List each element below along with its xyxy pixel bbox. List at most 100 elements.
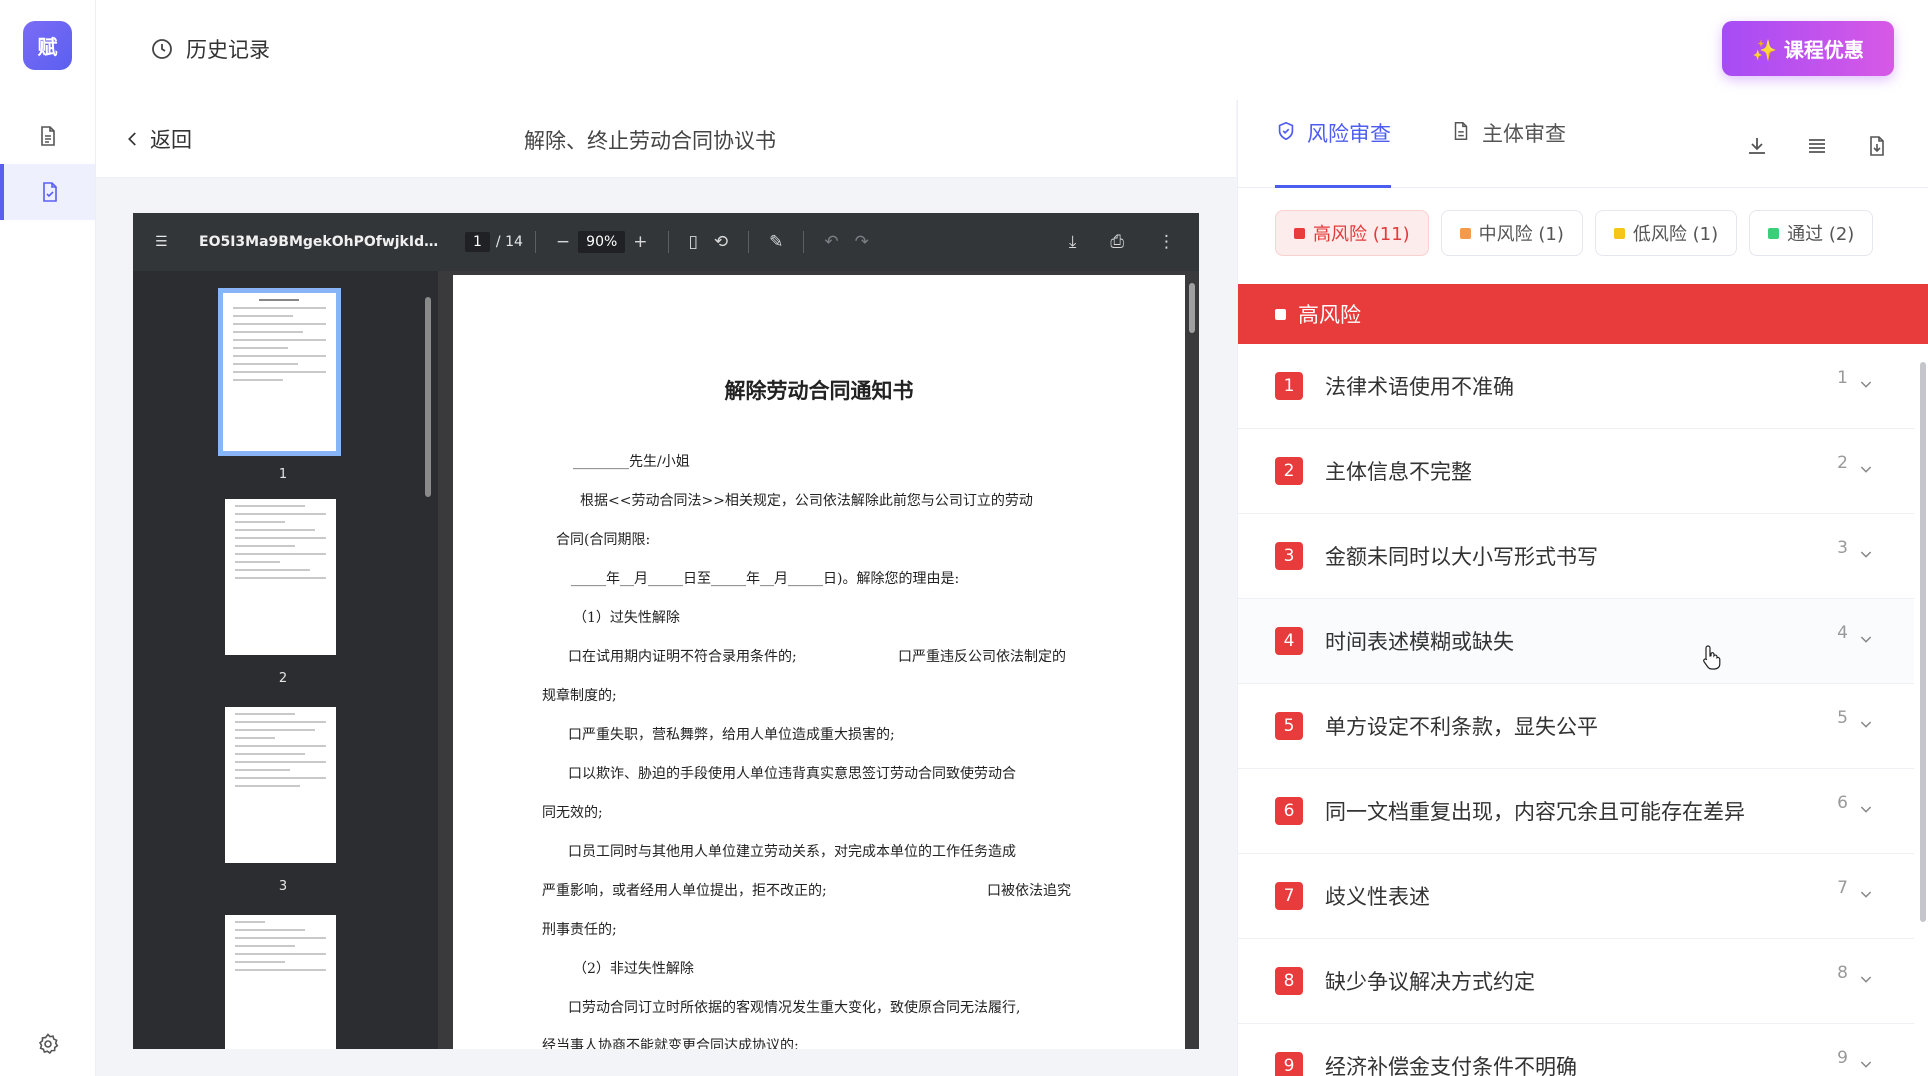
page-thumbnail[interactable] xyxy=(218,288,341,456)
page-thumbnail[interactable] xyxy=(225,915,336,1049)
thumbnail-scrollbar[interactable] xyxy=(425,279,431,1049)
thumbnail-sidebar: 1 2 3 xyxy=(133,271,438,1049)
risk-number-badge: 4 xyxy=(1275,627,1303,655)
app-logo[interactable]: 赋 xyxy=(23,21,72,70)
history-button[interactable]: 历史记录 xyxy=(150,34,270,64)
risk-item[interactable]: 3 金额未同时以大小写形式书写 3 xyxy=(1238,514,1914,599)
risk-item[interactable]: 8 缺少争议解决方式约定 8 xyxy=(1238,939,1914,1024)
risk-item[interactable]: 5 单方设定不利条款，显失公平 5 xyxy=(1238,684,1914,769)
zoom-out-icon[interactable]: − xyxy=(556,232,570,252)
risk-number-badge: 9 xyxy=(1275,1052,1303,1076)
risk-item[interactable]: 1 法律术语使用不准确 1 xyxy=(1238,344,1914,429)
risk-item[interactable]: 6 同一文档重复出现，内容冗余且可能存在差异 6 xyxy=(1238,769,1914,854)
risk-count: 6 xyxy=(1837,793,1848,813)
pdf-page: 解除劳动合同通知书 ________先生/小姐 根据<<劳动合同法>>相关规定，… xyxy=(453,275,1185,1049)
risk-filters: 高风险 (11) 中风险 (1) 低风险 (1) 通过 (2) xyxy=(1275,210,1874,256)
risk-title: 主体信息不完整 xyxy=(1325,460,1472,484)
page-line: ________先生/小姐 xyxy=(573,454,690,470)
risk-count: 4 xyxy=(1837,623,1848,643)
annotate-icon[interactable]: ✎ xyxy=(769,232,783,252)
page-thumbnail[interactable] xyxy=(225,707,336,863)
risk-count: 5 xyxy=(1837,708,1848,728)
passed-dot-icon xyxy=(1768,227,1780,239)
chevron-down-icon[interactable] xyxy=(1858,546,1874,562)
document-title: 解除、终止劳动合同协议书 xyxy=(524,129,776,153)
list-icon[interactable] xyxy=(1805,134,1829,158)
page-line: 根据<<劳动合同法>>相关规定，公司依法解除此前您与公司订立的劳动 xyxy=(580,493,1033,509)
risk-title: 缺少争议解决方式约定 xyxy=(1325,970,1535,994)
page-heading: 解除劳动合同通知书 xyxy=(724,378,914,403)
tab-risk-review[interactable]: 风险审查 xyxy=(1275,118,1391,188)
section-title: 高风险 xyxy=(1298,303,1361,327)
page-line: 口在试用期内证明不符合录用条件的; xyxy=(568,649,797,665)
chevron-down-icon[interactable] xyxy=(1858,376,1874,392)
risk-count: 8 xyxy=(1837,963,1848,983)
settings-button[interactable] xyxy=(0,1016,95,1072)
download-icon[interactable]: ⤓ xyxy=(1069,232,1077,252)
toolbar-divider xyxy=(667,231,669,253)
top-bar: 历史记录 ✨ 课程优惠 xyxy=(96,0,1928,100)
high-risk-section-header: 高风险 xyxy=(1238,284,1928,344)
filter-passed[interactable]: 通过 (2) xyxy=(1749,210,1874,256)
document-icon xyxy=(40,126,55,146)
toolbar-divider xyxy=(534,231,536,253)
filter-high-risk[interactable]: 高风险 (11) xyxy=(1275,210,1429,256)
review-nav-button[interactable] xyxy=(0,164,95,220)
chevron-down-icon[interactable] xyxy=(1858,1056,1874,1072)
risk-number-badge: 7 xyxy=(1275,882,1303,910)
tab-subject-review[interactable]: 主体审查 xyxy=(1450,118,1566,188)
chevron-down-icon[interactable] xyxy=(1858,971,1874,987)
chevron-down-icon[interactable] xyxy=(1858,716,1874,732)
page-line: 口以欺诈、胁迫的手段使用人单位违背真实意思签订劳动合同致使劳动合 xyxy=(568,766,1016,782)
risk-number-badge: 1 xyxy=(1275,372,1303,400)
fit-page-icon[interactable]: ▯ xyxy=(689,232,698,252)
page-line: 刑事责任的; xyxy=(542,922,617,938)
clock-icon xyxy=(152,39,172,59)
menu-icon[interactable]: ☰ xyxy=(155,234,175,250)
redo-icon[interactable]: ↷ xyxy=(855,232,869,252)
risk-title: 经济补偿金支付条件不明确 xyxy=(1325,1055,1577,1076)
risk-count: 7 xyxy=(1837,878,1848,898)
risk-item[interactable]: 2 主体信息不完整 2 xyxy=(1238,429,1914,514)
zoom-in-icon[interactable]: + xyxy=(633,232,647,252)
filter-medium-risk[interactable]: 中风险 (1) xyxy=(1440,210,1583,256)
more-options-icon[interactable]: ⋮ xyxy=(1158,232,1175,252)
shield-check-icon xyxy=(1278,121,1294,141)
risk-number-badge: 3 xyxy=(1275,542,1303,570)
risk-item[interactable]: 4 时间表述模糊或缺失 4 xyxy=(1238,599,1914,684)
pdf-filename: EO5I3Ma9BMgekOhPOfwjkIduRiml... xyxy=(199,234,445,250)
medium-risk-dot-icon xyxy=(1459,227,1471,239)
filter-label: 中风险 (1) xyxy=(1478,224,1564,245)
export-document-icon[interactable] xyxy=(1865,134,1889,158)
risk-list: 1 法律术语使用不准确 1 2 主体信息不完整 2 3 金额未同时以大小写形式书… xyxy=(1238,344,1914,1076)
page-line: 合同(合同期限: xyxy=(556,532,651,548)
chevron-left-icon xyxy=(128,132,136,146)
chevron-down-icon[interactable] xyxy=(1858,631,1874,647)
risk-item[interactable]: 7 歧义性表述 7 xyxy=(1238,854,1914,939)
zoom-level[interactable]: 90% xyxy=(578,231,626,253)
risk-item[interactable]: 9 经济补偿金支付条件不明确 9 xyxy=(1238,1024,1914,1076)
filter-low-risk[interactable]: 低风险 (1) xyxy=(1594,210,1738,256)
document-nav-button[interactable] xyxy=(0,108,95,164)
chevron-down-icon[interactable] xyxy=(1858,886,1874,902)
undo-icon[interactable]: ↶ xyxy=(824,232,838,252)
history-label: 历史记录 xyxy=(186,38,270,62)
chevron-down-icon[interactable] xyxy=(1858,801,1874,817)
page-number-input[interactable]: 1 xyxy=(465,232,490,252)
promo-button[interactable]: ✨ 课程优惠 xyxy=(1722,21,1894,76)
left-rail: 赋 xyxy=(0,0,96,1076)
risk-list-scrollbar[interactable] xyxy=(1920,350,1928,930)
rotate-icon[interactable]: ⟲ xyxy=(714,232,728,252)
download-icon[interactable] xyxy=(1745,134,1769,158)
page-line: 口被依法追究 xyxy=(987,883,1071,899)
page-thumbnail[interactable] xyxy=(225,499,336,655)
page-scrollbar[interactable] xyxy=(1185,275,1199,1049)
print-icon[interactable]: ⎙ xyxy=(1110,232,1124,252)
filter-label: 通过 (2) xyxy=(1787,224,1855,245)
chevron-down-icon[interactable] xyxy=(1858,461,1874,477)
thumbnail-number: 2 xyxy=(278,671,288,686)
page-line: 同无效的; xyxy=(542,805,603,821)
back-button[interactable]: 返回 xyxy=(124,124,192,154)
risk-title: 法律术语使用不准确 xyxy=(1325,375,1514,399)
high-risk-dot-icon xyxy=(1294,227,1305,239)
